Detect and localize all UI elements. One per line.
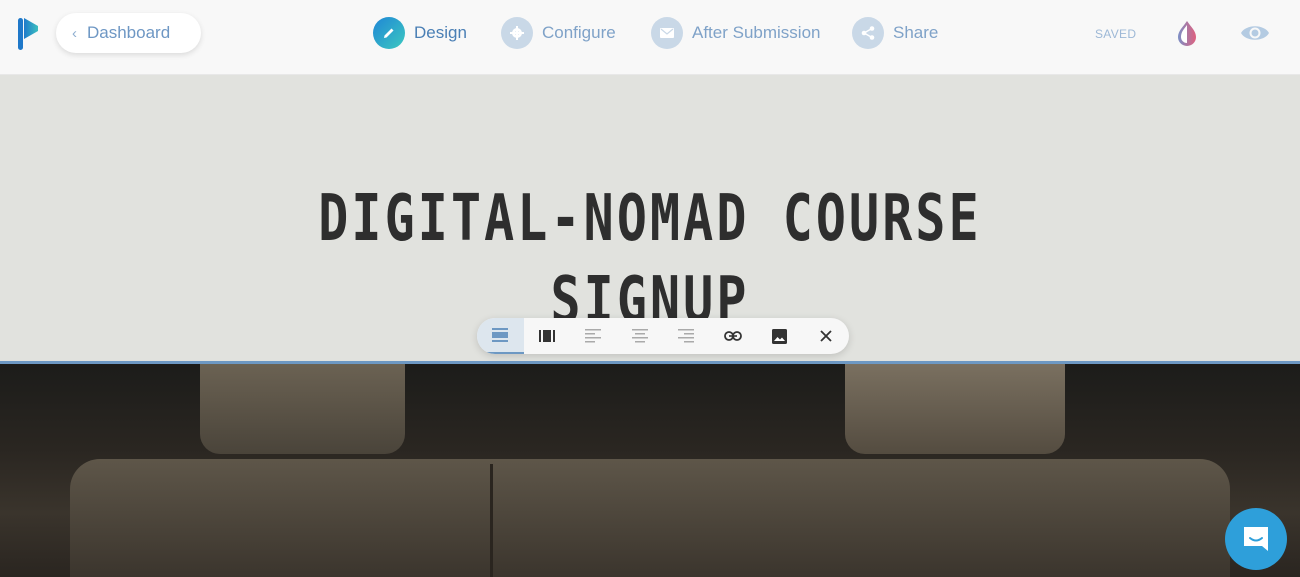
dashboard-back-button[interactable]: ‹ Dashboard [56,13,201,53]
preview-eye-icon[interactable] [1240,20,1270,46]
boxed-layout-icon [538,330,555,342]
align-right-button[interactable] [663,318,710,354]
app-logo[interactable] [17,17,39,51]
boxed-layout-button[interactable] [524,318,571,354]
align-right-icon [678,329,695,343]
full-width-layout-button[interactable] [477,318,524,354]
share-icon [852,17,884,49]
tab-design[interactable]: Design [373,16,467,50]
envelope-icon [651,17,683,49]
align-left-icon [585,329,602,343]
chat-support-button[interactable] [1225,508,1287,570]
save-status: SAVED [1095,27,1137,41]
link-button[interactable] [710,318,757,354]
background-image [0,364,1300,577]
align-center-icon [631,329,648,343]
seat-seam [490,464,493,577]
chevron-left-icon: ‹ [72,24,77,42]
full-width-icon [492,328,509,342]
tab-share-label: Share [893,23,939,42]
image-button[interactable] [756,318,803,354]
section-toolbar [477,318,849,354]
theme-color-icon[interactable] [1175,19,1199,47]
tab-after-submission-label: After Submission [692,23,821,42]
gear-icon [501,17,533,49]
tab-configure-label: Configure [542,23,616,42]
dashboard-label: Dashboard [87,23,171,42]
form-title-line1: DIGITAL-NOMAD COURSE [318,182,982,256]
link-icon [723,331,742,341]
car-seat [70,459,1230,577]
tab-configure[interactable]: Configure [501,16,616,50]
top-bar: ‹ Dashboard Design Configure After Submi… [0,0,1300,75]
headrest-left [200,364,405,454]
chat-icon [1244,527,1268,551]
tab-design-label: Design [414,23,467,42]
tab-share[interactable]: Share [852,16,938,50]
close-icon [820,330,832,342]
align-center-button[interactable] [617,318,664,354]
headrest-right [845,364,1065,454]
image-icon [771,328,787,344]
tab-after-submission[interactable]: After Submission [651,16,821,50]
align-left-button[interactable] [570,318,617,354]
close-toolbar-button[interactable] [803,318,850,354]
pencil-icon [373,17,405,49]
